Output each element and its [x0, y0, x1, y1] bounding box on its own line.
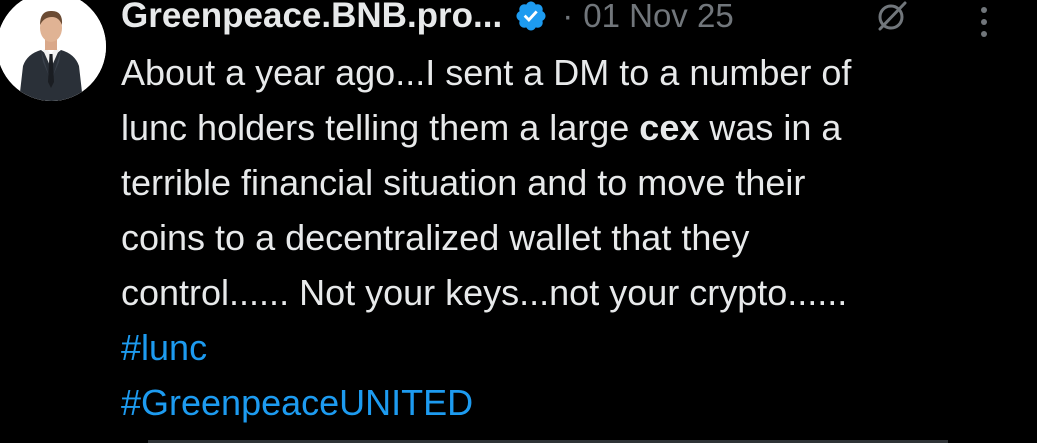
avatar-image	[0, 0, 106, 101]
post-text-line: coins to a decentralized wallet that the…	[121, 217, 750, 258]
avatar[interactable]	[0, 0, 106, 101]
post[interactable]: Greenpeace.BNB.pro... · 01 Nov 25 About …	[0, 0, 1037, 443]
post-text-line: About a year ago...I sent a DM to a numb…	[121, 52, 852, 93]
post-text-line: terrible financial situation and to move…	[121, 162, 806, 203]
post-text-bold: cex	[639, 107, 700, 148]
post-header: Greenpeace.BNB.pro... · 01 Nov 25	[121, 0, 734, 38]
separator-dot: ·	[562, 0, 574, 34]
timestamp[interactable]: 01 Nov 25	[583, 0, 733, 35]
hashtag-link[interactable]: #GreenpeaceUNITED	[121, 375, 1021, 430]
post-text-segment: was in a	[699, 107, 842, 148]
more-vertical-icon[interactable]	[972, 2, 996, 42]
post-text-line: control...... Not your keys...not your c…	[121, 272, 848, 313]
post-text-segment: lunc holders telling them a large	[121, 107, 640, 148]
hashtag-link[interactable]: #lunc	[121, 320, 1021, 375]
grok-icon[interactable]	[874, 0, 910, 34]
display-name[interactable]: Greenpeace.BNB.pro...	[121, 0, 502, 36]
verified-badge-icon	[514, 0, 548, 33]
post-text: About a year ago...I sent a DM to a numb…	[121, 45, 1021, 430]
post-text-line: lunc holders telling them a large cex wa…	[121, 100, 1021, 155]
